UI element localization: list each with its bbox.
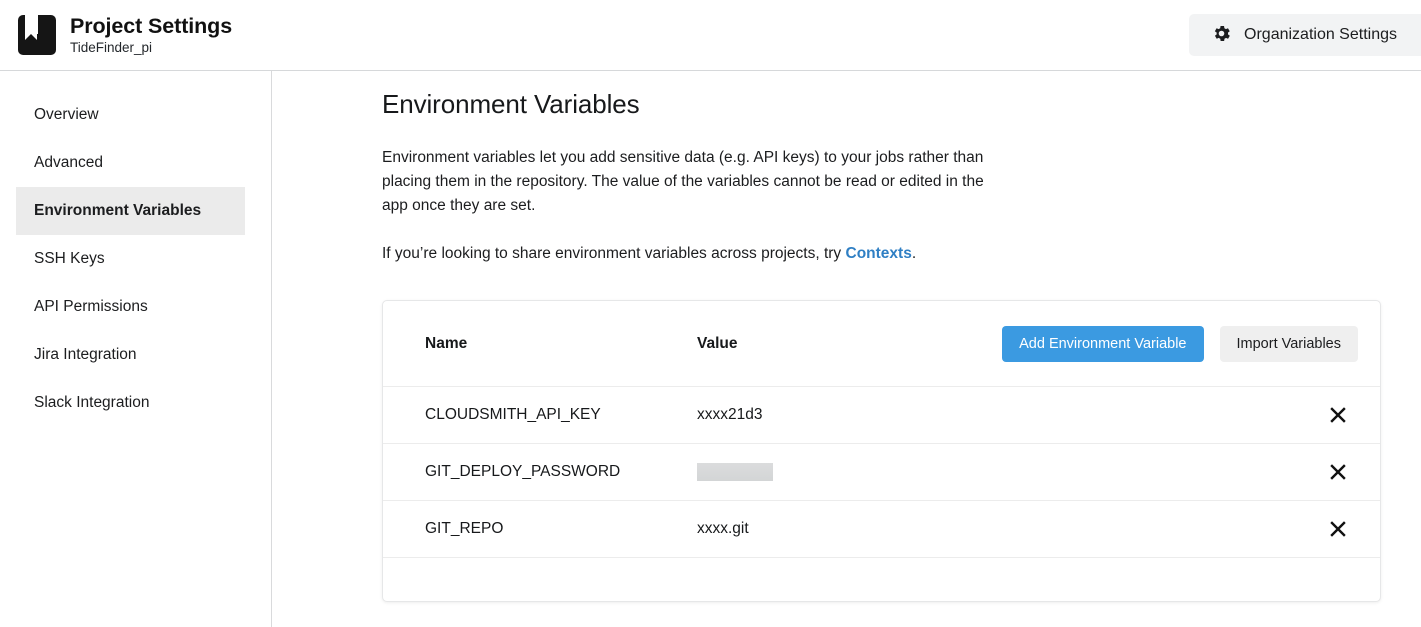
sidebar-item-environment-variables[interactable]: Environment Variables [16, 187, 245, 235]
main-content: Environment Variables Environment variab… [272, 71, 1421, 627]
variable-value [697, 462, 1318, 481]
variable-name: GIT_DEPLOY_PASSWORD [425, 463, 621, 480]
sidebar-item-jira-integration[interactable]: Jira Integration [16, 331, 245, 379]
table-row: CLOUDSMITH_API_KEY xxxx21d3 [383, 387, 1380, 444]
bookmark-ribbon [25, 15, 38, 40]
contexts-link[interactable]: Contexts [846, 245, 912, 262]
page-title: Project Settings [70, 14, 233, 39]
sidebar-item-ssh-keys[interactable]: SSH Keys [16, 235, 245, 283]
content-heading: Environment Variables [382, 89, 640, 119]
sidebar-item-label: Overview [34, 106, 99, 123]
redacted-value-bar [697, 462, 773, 481]
close-icon [1330, 407, 1346, 423]
table-row: GIT_DEPLOY_PASSWORD [383, 444, 1380, 501]
card-footer-spacer [383, 558, 1380, 601]
sidebar-item-advanced[interactable]: Advanced [16, 139, 245, 187]
gear-icon [1211, 23, 1232, 47]
bookmark-icon [18, 15, 56, 55]
page-body: Overview Advanced Environment Variables … [0, 71, 1421, 627]
sidebar-item-overview[interactable]: Overview [16, 91, 245, 139]
column-header-name: Name [425, 334, 468, 352]
organization-settings-label: Organization Settings [1244, 26, 1397, 43]
table-row: GIT_REPO xxxx.git [383, 501, 1380, 558]
sidebar-item-label: Slack Integration [34, 394, 150, 411]
sidebar-item-api-permissions[interactable]: API Permissions [16, 283, 245, 331]
app-header: Project Settings TideFinder_pi Organizat… [0, 0, 1421, 71]
delete-variable-button[interactable] [1318, 458, 1358, 486]
sidebar-item-label: Jira Integration [34, 346, 137, 363]
description-paragraph-1: Environment variables let you add sensit… [382, 149, 984, 214]
close-icon [1330, 521, 1346, 537]
description-paragraph-2: If you’re looking to share environment v… [382, 242, 1007, 266]
table-actions: Add Environment Variable Import Variable… [1002, 325, 1358, 362]
sidebar-item-slack-integration[interactable]: Slack Integration [16, 379, 245, 427]
variable-name: CLOUDSMITH_API_KEY [425, 406, 601, 423]
delete-variable-button[interactable] [1318, 515, 1358, 543]
variable-value: xxxx21d3 [697, 406, 763, 423]
environment-variables-card: Name Value Add Environment Variable Impo… [382, 300, 1381, 602]
description-text-after: . [911, 245, 917, 262]
sidebar-item-label: SSH Keys [34, 250, 105, 267]
delete-variable-button[interactable] [1318, 401, 1358, 429]
brand: Project Settings TideFinder_pi [18, 15, 232, 55]
column-header-value: Value [697, 334, 738, 352]
description-text-before: If you’re looking to share environment v… [382, 245, 846, 262]
add-environment-variable-button[interactable]: Add Environment Variable [1002, 325, 1204, 362]
project-name: TideFinder_pi [70, 39, 153, 55]
brand-text: Project Settings TideFinder_pi [70, 15, 232, 55]
sidebar-item-label: Advanced [34, 154, 103, 171]
sidebar: Overview Advanced Environment Variables … [0, 71, 272, 627]
close-icon [1330, 464, 1346, 480]
organization-settings-button[interactable]: Organization Settings [1189, 14, 1421, 56]
variable-value: xxxx.git [697, 520, 749, 537]
sidebar-item-label: Environment Variables [34, 202, 202, 219]
table-header-row: Name Value Add Environment Variable Impo… [383, 301, 1380, 387]
import-variables-button[interactable]: Import Variables [1219, 325, 1358, 362]
variable-name: GIT_REPO [425, 520, 504, 537]
sidebar-item-label: API Permissions [34, 298, 148, 315]
